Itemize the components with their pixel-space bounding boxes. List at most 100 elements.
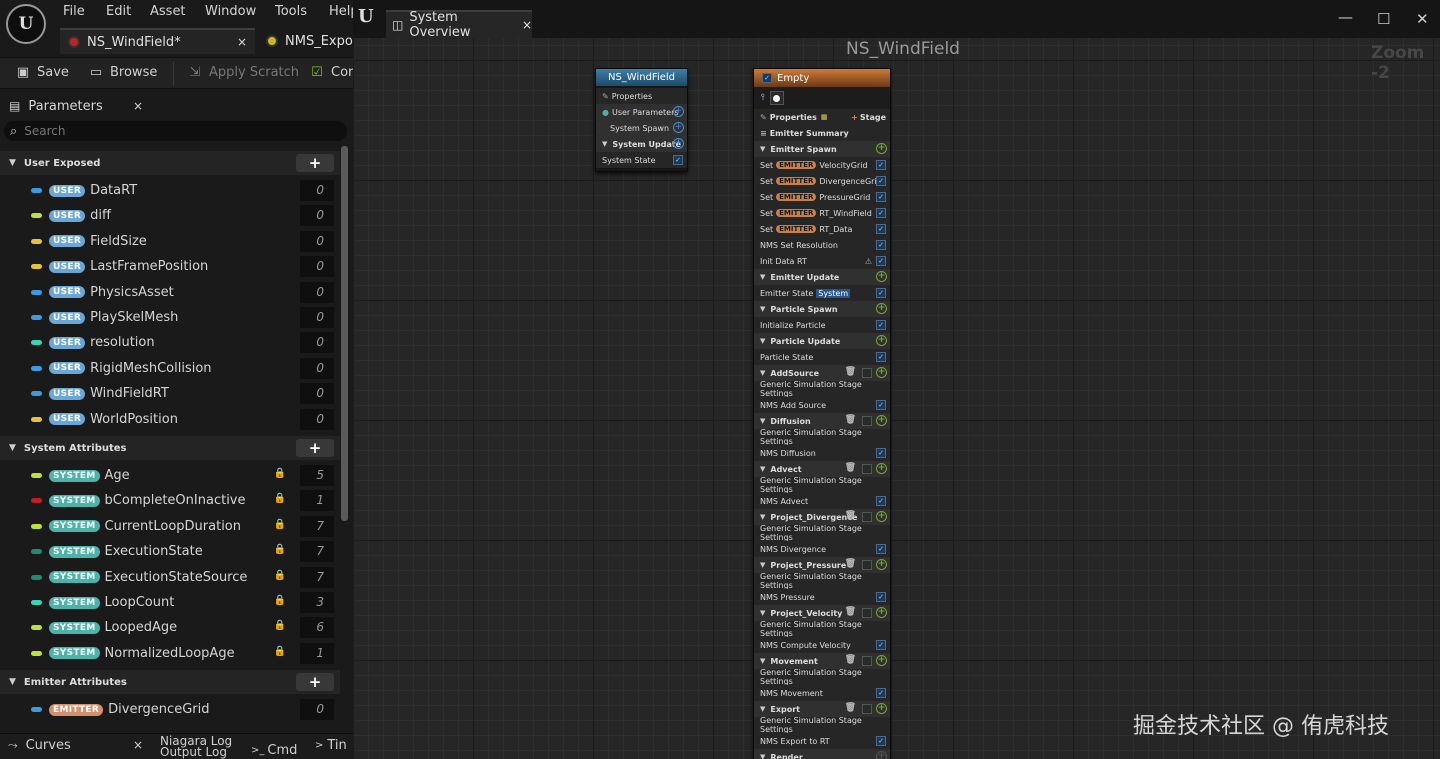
module-row[interactable]: NMS Set Resolution ✓ [754,237,890,253]
collapse-arrow-icon[interactable]: ▼ [760,753,765,759]
trash-icon[interactable]: 🗑 [845,655,856,665]
enabled-checkbox[interactable]: ✓ [876,256,886,266]
collapse-arrow-icon[interactable]: ▼ [760,705,765,713]
close-icon[interactable]: × [237,35,247,49]
tab-nms-export[interactable]: NMS_Expo [258,28,353,54]
param-value[interactable]: 0 [300,230,334,252]
add-parameter-button[interactable]: + [296,439,334,457]
add-module-icon[interactable]: + [876,335,887,346]
module-row[interactable]: NMS Export to RT ✓ [754,733,890,749]
enabled-checkbox[interactable]: ✓ [876,320,886,330]
module-row[interactable]: Initialize Particle ✓ [754,317,890,333]
param-value[interactable]: 0 [300,281,334,303]
param-value[interactable]: 3 [300,592,334,613]
add-parameter-button[interactable]: + [296,673,334,691]
sim-stage-header[interactable]: ▼ Export 🗑 + [754,701,890,717]
scrollbar[interactable] [341,146,348,521]
param-value[interactable]: 0 [300,256,334,278]
stage-settings-row[interactable]: Generic Simulation Stage Settings [754,572,890,590]
param-value[interactable]: 0 [300,357,334,379]
add-module-icon[interactable]: + [876,415,887,426]
stage-settings-row[interactable]: Generic Simulation Stage Settings [754,380,890,398]
enabled-checkbox[interactable]: ✓ [876,240,886,250]
collapse-arrow-icon[interactable]: ▼ [760,305,765,313]
enabled-checkbox[interactable]: ✓ [876,592,886,602]
module-row[interactable]: NMS Pressure ✓ [754,589,890,605]
save-button[interactable]: ▣ Save [15,65,69,80]
system-overview-graph[interactable] [353,0,1440,759]
stage-enabled-checkbox[interactable] [862,512,872,522]
param-row[interactable]: EMITTER DivergenceGrid 0 [0,697,340,722]
param-row[interactable]: USER PlaySkelMesh 0 [0,305,340,330]
add-icon[interactable]: + [673,122,684,133]
param-value[interactable]: 7 [300,515,334,537]
add-module-icon[interactable]: + [876,463,887,474]
system-spawn-row[interactable]: System Spawn + [596,120,687,136]
stage-enabled-checkbox[interactable] [862,656,872,666]
param-row[interactable]: USER resolution 0 [0,330,340,355]
param-row[interactable]: USER DataRT 0 [0,178,340,203]
enabled-checkbox[interactable]: ✓ [876,688,886,698]
param-row[interactable]: SYSTEM ExecutionState 🔒 7 [0,539,340,564]
close-icon[interactable]: × [522,18,532,32]
system-properties-row[interactable]: ✎ Properties [596,88,687,104]
particle-spawn-header[interactable]: ▼ Particle Spawn + [754,301,890,317]
stage-enabled-checkbox[interactable] [862,560,872,570]
param-value[interactable]: 0 [300,180,334,201]
param-row[interactable]: USER PhysicsAsset 0 [0,280,340,305]
param-value[interactable]: 0 [300,408,334,430]
param-row[interactable]: USER FieldSize 0 [0,229,340,254]
module-row[interactable]: NMS Compute Velocity ✓ [754,637,890,653]
add-parameter-button[interactable]: + [296,154,334,172]
menu-asset[interactable]: Asset [150,4,186,19]
system-node[interactable]: NS_WindField ✎ Properties ● User Parameter… [595,68,688,172]
set-module-row[interactable]: Set EMITTER RT_Data ✓ [754,221,890,237]
module-row[interactable]: Emitter State System ✓ [754,285,890,301]
param-value[interactable]: 1 [300,490,334,512]
param-row[interactable]: USER WorldPosition 0 [0,407,340,432]
user-parameters-row[interactable]: ● User Parameters + [596,104,687,120]
param-value[interactable]: 6 [300,617,334,639]
maximize-icon[interactable]: ☐ [1377,10,1390,28]
param-value[interactable]: 5 [300,465,334,486]
add-module-icon[interactable]: + [876,143,887,154]
sim-stage-header[interactable]: ▼ Advect 🗑 + [754,461,890,477]
trash-icon[interactable]: 🗑 [845,511,856,521]
stage-enabled-checkbox[interactable] [862,368,872,378]
stage-settings-row[interactable]: Generic Simulation Stage Settings [754,524,890,542]
module-row[interactable]: Particle State ✓ [754,349,890,365]
sim-stage-header[interactable]: ▼ Project_Velocity 🗑 + [754,605,890,621]
collapse-arrow-icon[interactable]: ▼ [760,657,765,665]
module-row[interactable]: NMS Advect ✓ [754,493,890,509]
set-module-row[interactable]: Set EMITTER DivergenceGrid ✓ [754,173,890,189]
param-row[interactable]: SYSTEM NormalizedLoopAge 🔒 1 [0,641,340,666]
particle-update-header[interactable]: ▼ Particle Update + [754,333,890,349]
enabled-checkbox[interactable]: ✓ [876,224,886,234]
search-input[interactable] [24,124,325,138]
param-row[interactable]: SYSTEM bCompleteOnInactive 🔒 1 [0,488,340,513]
trash-icon[interactable]: 🗑 [845,367,856,377]
add-renderer-icon[interactable]: + [876,751,887,759]
enabled-checkbox[interactable]: ✓ [876,176,886,186]
param-value[interactable]: 1 [300,642,334,664]
emitter-summary-row[interactable]: ≡ Emitter Summary [754,125,890,141]
param-value[interactable]: 0 [300,699,334,720]
emitter-properties-row[interactable]: ✎ Properties ▦ + Stage [754,109,890,125]
sim-stage-header[interactable]: ▼ Project_Pressure 🗑 + [754,557,890,573]
stage-settings-row[interactable]: Generic Simulation Stage Settings [754,476,890,494]
param-row[interactable]: SYSTEM Age 🔒 5 [0,463,340,488]
section-user-exposed[interactable]: ▼ User Exposed + [0,151,340,175]
collapse-arrow-icon[interactable]: ▼ [760,561,765,569]
parameters-tab[interactable]: ▤ Parameters × [0,94,156,118]
sim-stage-header[interactable]: ▼ Movement 🗑 + [754,653,890,669]
set-module-row[interactable]: Set EMITTER PressureGrid ✓ [754,189,890,205]
enabled-checkbox[interactable]: ✓ [876,192,886,202]
set-module-row[interactable]: Set EMITTER VelocityGrid ✓ [754,157,890,173]
trash-icon[interactable]: 🗑 [845,463,856,473]
param-row[interactable]: USER LastFramePosition 0 [0,254,340,279]
module-row[interactable]: Init Data RT ⚠ ✓ [754,253,890,269]
param-value[interactable]: 7 [300,541,334,563]
stage-settings-row[interactable]: Generic Simulation Stage Settings [754,620,890,638]
sim-stage-header[interactable]: ▼ Project_Divergence 🗑 + [754,509,890,525]
add-module-icon[interactable]: + [876,303,887,314]
